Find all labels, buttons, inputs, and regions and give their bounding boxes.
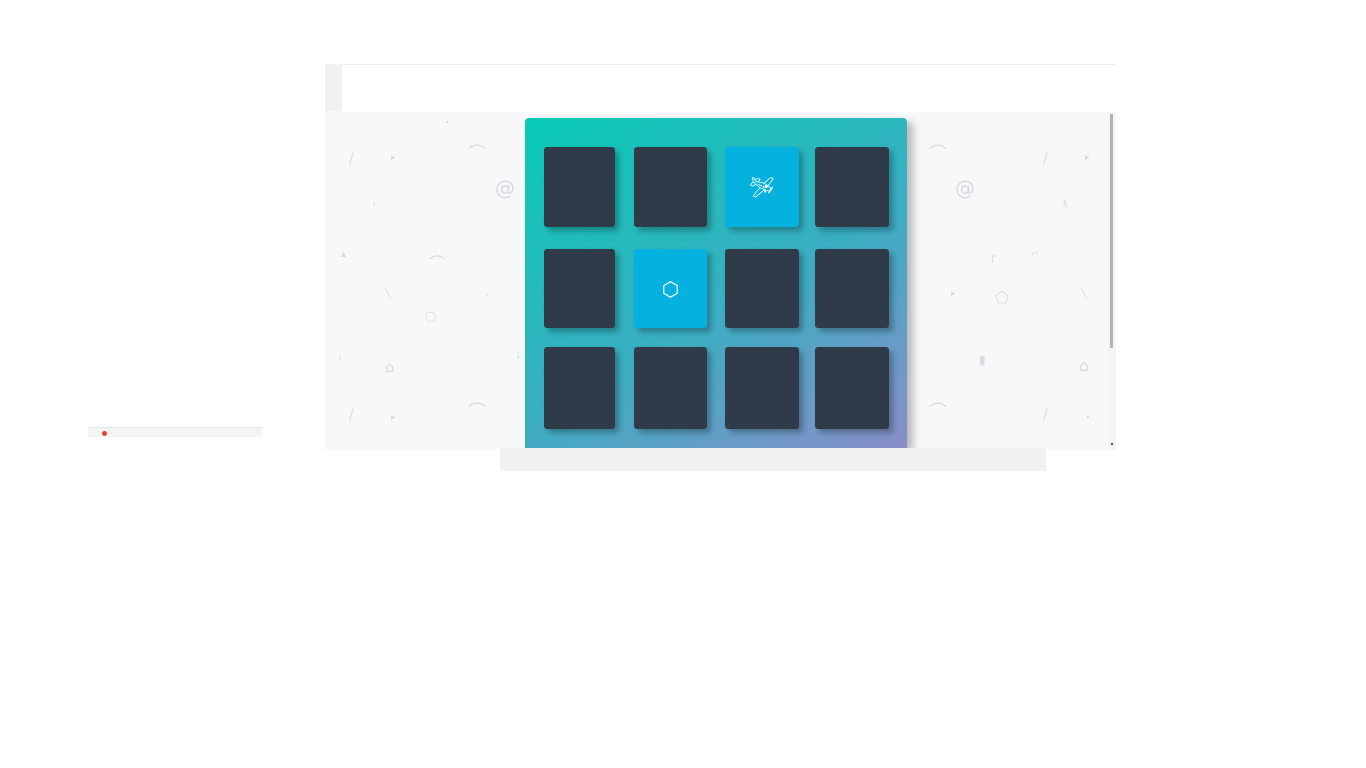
- doodle-icon: ╲: [385, 289, 391, 299]
- card-face-down[interactable]: [725, 249, 799, 328]
- doodle-icon: ⌒: [929, 144, 947, 165]
- header-bar: [342, 64, 1116, 112]
- game-board: 🛩 ⬡: [525, 118, 907, 448]
- doodle-icon: /: [349, 151, 354, 167]
- card-face-down[interactable]: [544, 347, 615, 429]
- doodle-icon: ▸: [1085, 153, 1090, 163]
- vertical-scrollbar[interactable]: ▾: [1108, 114, 1116, 450]
- doodle-icon: ╲: [1081, 289, 1087, 299]
- doodle-icon: •: [445, 118, 450, 127]
- doodle-icon: ▸: [391, 153, 396, 163]
- doodle-icon: ┌: [989, 249, 997, 263]
- card-face-up[interactable]: ⬡: [634, 249, 707, 328]
- doodle-icon: ⌒: [929, 402, 947, 423]
- doodle-icon: ı: [373, 199, 376, 209]
- card-face-down[interactable]: [815, 147, 889, 227]
- doodle-icon: /: [349, 407, 354, 423]
- card-face-down[interactable]: [815, 347, 889, 429]
- doodle-icon: @: [495, 176, 515, 200]
- bottom-bar: [500, 448, 1046, 471]
- doodle-icon: ▸: [951, 289, 956, 299]
- doodle-icon: ⌂: [1079, 356, 1090, 375]
- doodle-icon: ⌂: [385, 358, 395, 376]
- card-face-down[interactable]: [634, 347, 707, 429]
- frame-left-edge: [325, 64, 342, 111]
- doodle-icon: ⌒: [468, 402, 486, 423]
- app-status-icon: [102, 431, 107, 436]
- doodle-icon: ▮: [979, 353, 986, 367]
- scroll-down-arrow-icon[interactable]: ▾: [1108, 441, 1116, 448]
- taskbar-item[interactable]: [88, 427, 262, 437]
- cube-icon: ⬡: [661, 276, 680, 301]
- doodle-icon: @: [955, 176, 975, 200]
- card-face-down[interactable]: [815, 249, 889, 328]
- card-face-down[interactable]: [634, 147, 707, 227]
- doodle-icon: §: [1063, 199, 1068, 209]
- card-face-up[interactable]: 🛩: [725, 147, 799, 227]
- card-face-down[interactable]: [544, 249, 615, 328]
- card-face-down[interactable]: [544, 147, 615, 227]
- doodle-icon: •: [1085, 413, 1091, 423]
- doodle-icon: ⌐: [1031, 249, 1040, 260]
- paper-plane-icon: 🛩: [749, 175, 775, 199]
- doodle-icon: /: [1043, 151, 1048, 167]
- doodle-icon: ▴: [341, 249, 347, 260]
- doodle-icon: ▸: [391, 413, 396, 423]
- doodle-icon: ⌒: [468, 144, 486, 165]
- doodle-icon: ⌒: [429, 254, 446, 273]
- doodle-icon: └: [515, 353, 522, 364]
- doodle-icon: ı: [339, 353, 342, 363]
- doodle-icon: ⬠: [995, 288, 1009, 307]
- doodle-icon: •: [485, 291, 490, 299]
- card-face-down[interactable]: [725, 347, 799, 429]
- doodle-icon: /: [1043, 407, 1048, 423]
- doodle-icon: ▢: [425, 309, 437, 323]
- scrollbar-thumb[interactable]: [1110, 114, 1113, 348]
